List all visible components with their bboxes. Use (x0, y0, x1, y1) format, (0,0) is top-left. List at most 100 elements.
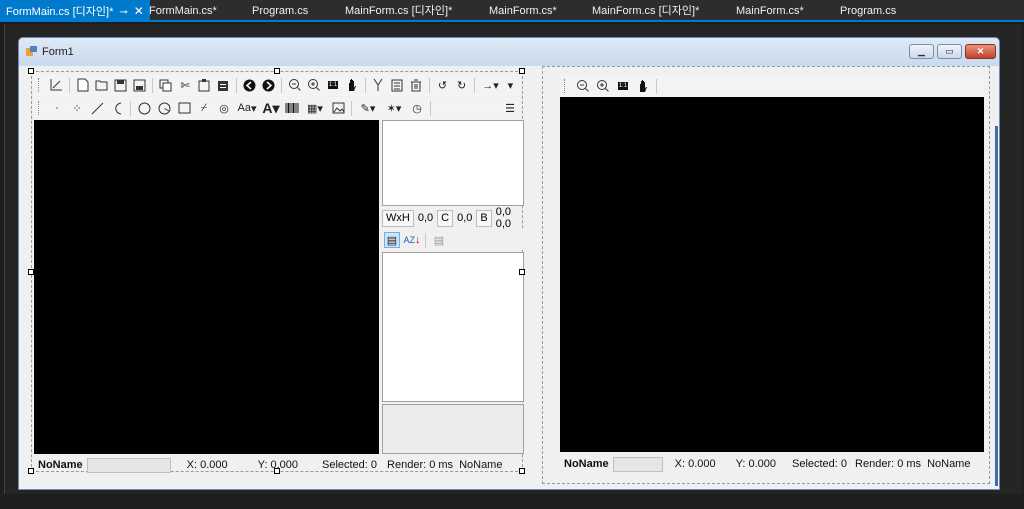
property-pages-icon[interactable]: ▤ (431, 232, 447, 248)
pattern-icon[interactable]: ⌿ (196, 100, 212, 116)
branch-icon[interactable] (371, 77, 386, 93)
actual-size-icon[interactable]: 1:1 (615, 78, 631, 94)
left-canvas[interactable] (34, 120, 379, 454)
resize-handle[interactable] (28, 468, 34, 474)
image-dropdown-icon[interactable]: ▦▾ (304, 100, 326, 116)
points-icon[interactable]: ⁘ (69, 100, 85, 116)
resize-handle[interactable] (28, 269, 34, 275)
font-glyph: A (262, 100, 273, 116)
back-icon[interactable] (242, 77, 257, 93)
arc-icon[interactable] (109, 100, 125, 116)
tab-program-cs-2[interactable]: Program.cs (840, 0, 896, 22)
b-value: 0,0 0,0 (495, 206, 512, 230)
delete-icon[interactable] (409, 77, 424, 93)
axes-icon[interactable] (49, 77, 64, 93)
status-x: X: 0.000 (186, 459, 228, 471)
copy-icon[interactable] (158, 77, 173, 93)
toolbar-grip[interactable] (38, 101, 41, 115)
rotate-right-icon[interactable]: ↻ (454, 77, 469, 93)
status-x: X: 0.000 (674, 458, 716, 470)
pin-icon[interactable]: ⊸ (119, 7, 127, 18)
circle-icon[interactable] (136, 100, 152, 116)
arrow-right-icon[interactable]: →▾ (480, 77, 501, 93)
status-progress (86, 457, 171, 473)
minimize-button[interactable]: ▁ (909, 44, 934, 59)
timer-icon[interactable]: ◷ (409, 100, 425, 116)
rect-icon[interactable] (176, 100, 192, 116)
form-icon (26, 46, 37, 56)
property-grid[interactable] (382, 252, 524, 402)
tab-label: MainForm.cs [디자인]* (345, 5, 453, 17)
tab-mainform-design-2[interactable]: MainForm.cs [디자인]* (592, 0, 699, 22)
zoom-out-icon[interactable] (287, 77, 302, 93)
image-icon[interactable] (330, 100, 346, 116)
separator (428, 77, 430, 93)
status-progress (612, 456, 663, 472)
c-value: 0,0 (457, 212, 473, 224)
tab-mainform-cs[interactable]: MainForm.cs* (489, 0, 557, 22)
thumbnail-view[interactable] (382, 120, 524, 206)
right-viewer-control[interactable]: 1:1 NoName X: 0.000 Y: 0.000 Selected: 0… (542, 66, 990, 484)
separator (351, 100, 352, 116)
zoom-in-icon[interactable] (595, 78, 611, 94)
actual-size-icon[interactable]: 1:1 (325, 77, 340, 93)
right-status-bar: NoName X: 0.000 Y: 0.000 Selected: 0 Ren… (560, 454, 984, 474)
close-icon[interactable]: ✕ (134, 4, 144, 18)
form-window[interactable]: Form1 ▁ ▭ ✕ ✄ 1:1 ↺ ↻ →▾ ▾ · ⁘ ⌿ ◎ Aa ▾ … (18, 37, 1000, 490)
line-icon[interactable] (89, 100, 105, 116)
separator (235, 77, 237, 93)
resize-handle[interactable] (274, 468, 280, 474)
magic-icon[interactable]: ✶▾ (383, 100, 405, 116)
open-icon[interactable] (94, 77, 109, 93)
point-icon[interactable]: · (49, 100, 65, 116)
save-as-icon[interactable] (132, 77, 147, 93)
font-icon[interactable]: A ▾ (262, 100, 280, 117)
form-titlebar[interactable]: Form1 ▁ ▭ ✕ (19, 38, 999, 66)
tab-formmain-design[interactable]: FormMain.cs [디자인]* ⊸ ✕ (0, 0, 150, 22)
form-client-area: ✄ 1:1 ↺ ↻ →▾ ▾ · ⁘ ⌿ ◎ Aa ▾ A ▾ ▦▾ ✎▾ ✶▾… (25, 66, 998, 488)
resize-handle[interactable] (28, 68, 34, 74)
barcode-icon[interactable] (284, 100, 300, 116)
clipboard-icon[interactable] (216, 77, 231, 93)
list-icon[interactable] (390, 77, 405, 93)
hand-icon[interactable] (635, 78, 651, 94)
save-icon[interactable] (113, 77, 128, 93)
zoom-out-icon[interactable] (575, 78, 591, 94)
resize-handle[interactable] (519, 68, 525, 74)
maximize-button[interactable]: ▭ (937, 44, 962, 59)
tab-formmain-cs[interactable]: FormMain.cs* (149, 0, 217, 22)
rotate-left-icon[interactable]: ↺ (435, 77, 450, 93)
cut-icon[interactable]: ✄ (178, 77, 193, 93)
categorized-icon[interactable]: ▤ (384, 232, 400, 248)
actual-size-glyph: 1:1 (327, 81, 339, 89)
layers-icon[interactable]: ☰ (502, 100, 518, 116)
tab-mainform-cs-2[interactable]: MainForm.cs* (736, 0, 804, 22)
wxh-value: 0,0 (417, 212, 434, 224)
tab-program-cs[interactable]: Program.cs (252, 0, 308, 22)
separator (364, 77, 366, 93)
paste-icon[interactable] (197, 77, 212, 93)
hand-icon[interactable] (344, 77, 359, 93)
close-button[interactable]: ✕ (965, 44, 996, 59)
resize-handle[interactable] (519, 269, 525, 275)
sort-alpha-icon[interactable]: AZ ↓ (404, 232, 421, 248)
resize-handle[interactable] (274, 68, 280, 74)
circle-arc-icon[interactable] (156, 100, 172, 116)
status-render: Render: 0 ms (387, 459, 454, 471)
zoom-in-icon[interactable] (306, 77, 321, 93)
new-icon[interactable] (75, 77, 90, 93)
resize-handle[interactable] (519, 468, 525, 474)
right-canvas[interactable] (560, 97, 984, 452)
target-icon[interactable]: ◎ (216, 100, 232, 116)
overflow-icon[interactable]: ▾ (503, 77, 518, 93)
document-tab-bar: FormMain.cs [디자인]* ⊸ ✕ FormMain.cs* Progra… (0, 0, 1024, 22)
forward-icon[interactable] (261, 77, 276, 93)
text-size-icon[interactable]: Aa ▾ (236, 100, 258, 116)
left-viewer-control[interactable]: ✄ 1:1 ↺ ↻ →▾ ▾ · ⁘ ⌿ ◎ Aa ▾ A ▾ ▦▾ ✎▾ ✶▾… (28, 68, 525, 474)
separator (474, 77, 476, 93)
toolbar-grip[interactable] (38, 78, 41, 92)
tab-mainform-design[interactable]: MainForm.cs [디자인]* (345, 0, 452, 22)
tab-label: FormMain.cs [디자인]* (6, 6, 114, 18)
pen-icon[interactable]: ✎▾ (357, 100, 379, 116)
toolbar-grip[interactable] (564, 79, 567, 93)
